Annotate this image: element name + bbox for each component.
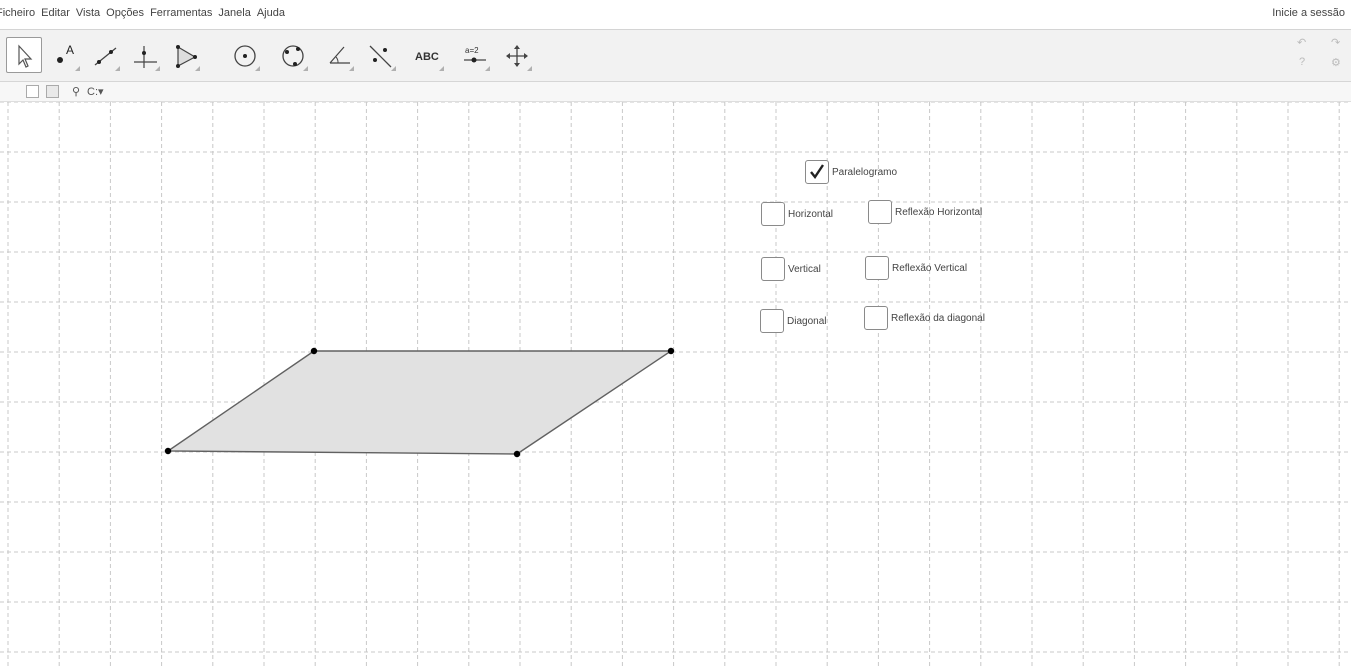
checkbox-label: Horizontal	[788, 208, 834, 220]
text-tool-button[interactable]: ABC	[410, 37, 446, 73]
corner-marker	[255, 66, 260, 71]
menu-ajuda[interactable]: Ajuda	[257, 7, 285, 19]
corner-marker	[527, 66, 532, 71]
grid-lines	[0, 102, 1351, 668]
circle-tool-button[interactable]	[226, 37, 262, 73]
checkbox-paralelogramo[interactable]: Paralelogramo	[805, 160, 897, 184]
corner-marker	[195, 66, 200, 71]
checkbox-label: Reflexão Vertical	[892, 262, 968, 274]
checkbox-label: Reflexão Horizontal	[895, 206, 983, 218]
circle-three-points-tool-button[interactable]	[274, 37, 310, 73]
checkbox-box[interactable]	[864, 306, 888, 330]
reflect-tool-button[interactable]	[362, 37, 398, 73]
axes-toggle[interactable]	[26, 85, 39, 98]
corner-marker	[349, 66, 354, 71]
style-bar: ⚲ C:▾	[0, 82, 1351, 102]
line-tool-button[interactable]	[86, 37, 122, 73]
vertex-point[interactable]	[310, 347, 318, 355]
point-label-text: A	[66, 43, 74, 57]
menu-vista[interactable]: Vista	[76, 7, 100, 19]
move-view-tool-button[interactable]	[498, 37, 534, 73]
checkbox-box[interactable]	[761, 202, 785, 226]
menu-opcoes[interactable]: Opções	[106, 7, 144, 19]
slider-tool-label: a=2	[465, 46, 479, 55]
checkbox-label: Vertical	[788, 263, 821, 275]
point-tool-button[interactable]: A	[46, 37, 82, 73]
corner-marker	[485, 66, 490, 71]
checkbox-reflexao-diagonal[interactable]: Reflexão da diagonal	[864, 306, 985, 330]
angle-tool-button[interactable]	[320, 37, 356, 73]
checkbox-horizontal[interactable]: Horizontal	[761, 202, 833, 226]
undo-redo-area: ↶ ↷ ? ⚙	[1275, 34, 1345, 78]
checkbox-label: Paralelogramo	[832, 166, 898, 178]
corner-marker	[391, 66, 396, 71]
redo-icon[interactable]: ↷	[1331, 36, 1340, 49]
perpendicular-tool-button[interactable]	[126, 37, 162, 73]
checkbox-box[interactable]	[761, 257, 785, 281]
grid-canvas[interactable]	[0, 102, 1351, 668]
checkbox-box[interactable]	[865, 256, 889, 280]
checkbox-vertical[interactable]: Vertical	[761, 257, 821, 281]
menu-ferramentas[interactable]: Ferramentas	[150, 7, 212, 19]
checkbox-diagonal[interactable]: Diagonal	[760, 309, 826, 333]
corner-marker	[115, 66, 120, 71]
vertex-point[interactable]	[667, 347, 675, 355]
menu-bar: Ficheiro Editar Vista Opções Ferramentas…	[0, 0, 1351, 30]
help-icon[interactable]: ?	[1299, 56, 1305, 68]
corner-marker	[303, 66, 308, 71]
undo-icon[interactable]: ↶	[1297, 36, 1306, 49]
vertex-point[interactable]	[513, 450, 521, 458]
corner-marker	[75, 66, 80, 71]
graphics-view[interactable]: Paralelogramo Horizontal Reflexão Horizo…	[0, 102, 1351, 668]
corner-marker	[439, 66, 444, 71]
checkbox-label: Diagonal	[787, 315, 827, 327]
vertex-point[interactable]	[164, 447, 172, 455]
checkbox-reflexao-vertical[interactable]: Reflexão Vertical	[865, 256, 967, 280]
menu-items: Ficheiro Editar Vista Opções Ferramentas…	[0, 7, 285, 19]
menu-janela[interactable]: Janela	[218, 7, 250, 19]
checkbox-box[interactable]	[805, 160, 829, 184]
checkbox-label: Reflexão da diagonal	[891, 312, 985, 324]
move-tool-button[interactable]	[6, 37, 42, 73]
menu-editar[interactable]: Editar	[41, 7, 70, 19]
checkbox-box[interactable]	[868, 200, 892, 224]
arrow-icon	[18, 44, 33, 68]
grid-toggle[interactable]	[46, 85, 59, 98]
settings-icon[interactable]: ⚙	[1331, 56, 1341, 69]
toolbar: A ABC a=2 ↶ ↷ ? ⚙	[0, 30, 1351, 82]
polygon-tool-button[interactable]	[166, 37, 202, 73]
corner-marker	[155, 66, 160, 71]
text-tool-label: ABC	[415, 51, 439, 63]
checkmark-icon	[810, 164, 824, 180]
slider-tool-button[interactable]: a=2	[456, 37, 492, 73]
menu-ficheiro[interactable]: Ficheiro	[0, 7, 35, 19]
signin-link[interactable]: Inicie a sessão	[1272, 7, 1345, 19]
pin-icon[interactable]: ⚲	[72, 85, 80, 98]
checkbox-box[interactable]	[760, 309, 784, 333]
checkbox-reflexao-horizontal[interactable]: Reflexão Horizontal	[868, 200, 982, 224]
point-capture-dropdown[interactable]: C:▾	[87, 85, 104, 98]
